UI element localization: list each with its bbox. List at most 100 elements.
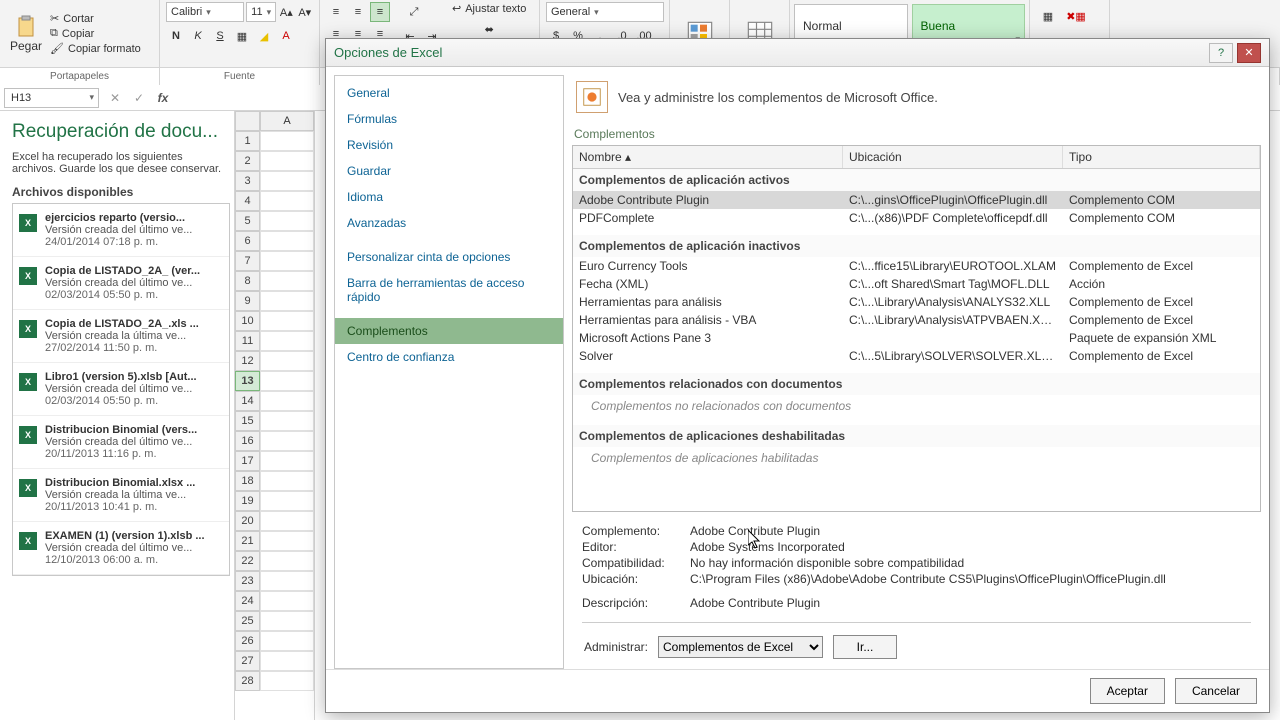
align-middle-icon[interactable]: ≡ <box>348 2 368 22</box>
paste-button[interactable]: Pegar <box>6 13 46 55</box>
addin-row[interactable]: Herramientas para análisis - VBA C:\...\… <box>573 311 1260 329</box>
nav-item[interactable]: General <box>335 80 563 106</box>
cell[interactable] <box>260 131 314 151</box>
col-name[interactable]: Nombre ▴ <box>573 146 843 168</box>
recovered-file-item[interactable]: X Copia de LISTADO_2A_ (ver... Versión c… <box>13 257 229 310</box>
row-header[interactable]: 6 <box>235 231 260 251</box>
wrap-text-button[interactable]: ↩Ajustar texto <box>452 2 526 15</box>
row-header[interactable]: 1 <box>235 131 260 151</box>
close-button[interactable]: ✕ <box>1237 43 1261 63</box>
underline-button[interactable]: S <box>210 26 230 46</box>
cell[interactable] <box>260 191 314 211</box>
cell[interactable] <box>260 171 314 191</box>
nav-item[interactable]: Idioma <box>335 184 563 210</box>
cell[interactable] <box>260 431 314 451</box>
cell[interactable] <box>260 391 314 411</box>
accept-fx-icon[interactable]: ✓ <box>127 86 151 110</box>
help-button[interactable]: ? <box>1209 43 1233 63</box>
cell[interactable] <box>260 591 314 611</box>
spreadsheet[interactable]: A 12345678910111213141516171819202122232… <box>235 111 315 720</box>
cancel-button[interactable]: Cancelar <box>1175 678 1257 704</box>
cell[interactable] <box>260 251 314 271</box>
cell[interactable] <box>260 231 314 251</box>
row-header[interactable]: 3 <box>235 171 260 191</box>
row-header[interactable]: 14 <box>235 391 260 411</box>
recovered-file-item[interactable]: X Libro1 (version 5).xlsb [Aut... Versió… <box>13 363 229 416</box>
merge-button[interactable]: ⬌ <box>452 19 526 39</box>
row-header[interactable]: 25 <box>235 611 260 631</box>
cell[interactable] <box>260 571 314 591</box>
row-header[interactable]: 22 <box>235 551 260 571</box>
cell[interactable] <box>260 671 314 691</box>
recovered-file-item[interactable]: X EXAMEN (1) (version 1).xlsb ... Versió… <box>13 522 229 575</box>
cell[interactable] <box>260 471 314 491</box>
borders-button[interactable]: ▦ <box>232 26 252 46</box>
row-header[interactable]: 18 <box>235 471 260 491</box>
cell[interactable] <box>260 411 314 431</box>
nav-item[interactable]: Barra de herramientas de acceso rápido <box>335 270 563 310</box>
addin-row[interactable]: Herramientas para análisis C:\...\Librar… <box>573 293 1260 311</box>
go-button[interactable]: Ir... <box>833 635 897 659</box>
recovered-file-item[interactable]: X Distribucion Binomial.xlsx ... Versión… <box>13 469 229 522</box>
nav-item[interactable]: Centro de confianza <box>335 344 563 370</box>
recovered-file-item[interactable]: X Copia de LISTADO_2A_.xls ... Versión c… <box>13 310 229 363</box>
row-header[interactable]: 16 <box>235 431 260 451</box>
col-location[interactable]: Ubicación <box>843 146 1063 168</box>
row-header[interactable]: 9 <box>235 291 260 311</box>
row-header[interactable]: 20 <box>235 511 260 531</box>
format-painter-button[interactable]: 🖌Copiar formato <box>50 42 141 55</box>
ok-button[interactable]: Aceptar <box>1090 678 1165 704</box>
cell[interactable] <box>260 351 314 371</box>
fill-color-button[interactable]: ◢ <box>254 26 274 46</box>
cell[interactable] <box>260 311 314 331</box>
delete-cells-icon[interactable]: ✖▦ <box>1064 4 1088 28</box>
row-header[interactable]: 5 <box>235 211 260 231</box>
row-header[interactable]: 15 <box>235 411 260 431</box>
column-header-A[interactable]: A <box>260 111 314 131</box>
addins-list[interactable]: Nombre ▴ Ubicación Tipo Complementos de … <box>572 145 1261 512</box>
cell[interactable] <box>260 631 314 651</box>
number-format-combo[interactable]: General <box>546 2 664 22</box>
addin-row[interactable]: Adobe Contribute Plugin C:\...gins\Offic… <box>573 191 1260 209</box>
row-header[interactable]: 26 <box>235 631 260 651</box>
row-header[interactable]: 13 <box>235 371 260 391</box>
cell[interactable] <box>260 291 314 311</box>
col-type[interactable]: Tipo <box>1063 146 1260 168</box>
italic-button[interactable]: K <box>188 26 208 46</box>
cell[interactable] <box>260 151 314 171</box>
bold-button[interactable]: N <box>166 26 186 46</box>
insert-cells-icon[interactable]: ▦ <box>1036 4 1060 28</box>
row-header[interactable]: 17 <box>235 451 260 471</box>
cell[interactable] <box>260 371 314 391</box>
cell[interactable] <box>260 531 314 551</box>
recovered-files-list[interactable]: X ejercicios reparto (versio... Versión … <box>12 203 230 576</box>
nav-item[interactable]: Revisión <box>335 132 563 158</box>
nav-item[interactable]: Guardar <box>335 158 563 184</box>
recovered-file-item[interactable]: X Distribucion Binomial (vers... Versión… <box>13 416 229 469</box>
row-header[interactable]: 27 <box>235 651 260 671</box>
orientation-button[interactable]: ⤢ <box>400 2 428 22</box>
cancel-fx-icon[interactable]: ✕ <box>103 86 127 110</box>
nav-item[interactable]: Complementos <box>335 318 563 344</box>
cell[interactable] <box>260 271 314 291</box>
row-header[interactable]: 12 <box>235 351 260 371</box>
row-header[interactable]: 7 <box>235 251 260 271</box>
addins-header-row[interactable]: Nombre ▴ Ubicación Tipo <box>573 146 1260 169</box>
recovered-file-item[interactable]: X ejercicios reparto (versio... Versión … <box>13 204 229 257</box>
increase-font-icon[interactable]: A▴ <box>278 2 294 22</box>
addin-row[interactable]: Solver C:\...5\Library\SOLVER\SOLVER.XLA… <box>573 347 1260 365</box>
nav-item[interactable]: Personalizar cinta de opciones <box>335 244 563 270</box>
copy-button[interactable]: ⧉Copiar <box>50 27 141 40</box>
dialog-titlebar[interactable]: Opciones de Excel ? ✕ <box>326 39 1269 67</box>
nav-item[interactable]: Avanzadas <box>335 210 563 236</box>
cell[interactable] <box>260 651 314 671</box>
cell[interactable] <box>260 331 314 351</box>
row-header[interactable]: 24 <box>235 591 260 611</box>
nav-item[interactable]: Fórmulas <box>335 106 563 132</box>
addin-row[interactable]: Microsoft Actions Pane 3 Paquete de expa… <box>573 329 1260 347</box>
font-name-combo[interactable]: Calibri <box>166 2 244 22</box>
cell[interactable] <box>260 551 314 571</box>
row-header[interactable]: 28 <box>235 671 260 691</box>
addin-row[interactable]: PDFComplete C:\...(x86)\PDF Complete\off… <box>573 209 1260 227</box>
cell[interactable] <box>260 511 314 531</box>
